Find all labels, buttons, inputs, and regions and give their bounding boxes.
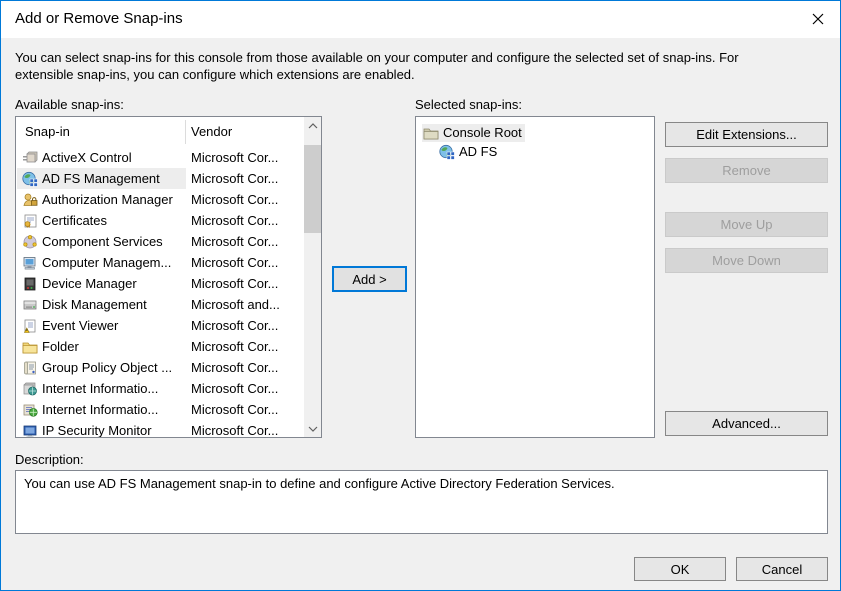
list-item-name: Event Viewer — [42, 318, 119, 333]
available-snapins-label: Available snap-ins: — [15, 97, 124, 112]
tree-item-label: AD FS — [459, 144, 498, 159]
list-item-vendor: Microsoft Cor... — [191, 402, 279, 417]
list-item-vendor: Microsoft Cor... — [191, 192, 279, 207]
list-item-vendor: Microsoft Cor... — [191, 339, 279, 354]
list-item[interactable]: Computer Managem... Microsoft Cor... — [16, 252, 304, 273]
list-item-vendor: Microsoft Cor... — [191, 150, 279, 165]
list-item[interactable]: Group Policy Object ... Microsoft Cor... — [16, 357, 304, 378]
selected-snapins-tree[interactable]: Console Root AD FS — [415, 116, 655, 438]
list-item[interactable]: Component Services Microsoft Cor... — [16, 231, 304, 252]
list-item-vendor: Microsoft Cor... — [191, 423, 279, 437]
scroll-down-button[interactable] — [304, 420, 321, 437]
list-item-name: Component Services — [42, 234, 163, 249]
selected-snapins-label: Selected snap-ins: — [415, 97, 522, 112]
scroll-up-button[interactable] — [304, 117, 321, 134]
tree-rows: Console Root AD FS — [416, 123, 654, 161]
activex-control-icon — [22, 150, 38, 166]
close-button[interactable] — [802, 6, 834, 32]
event-viewer-icon — [22, 318, 38, 334]
list-item-vendor: Microsoft Cor... — [191, 276, 279, 291]
close-icon — [812, 13, 824, 25]
vertical-scrollbar[interactable] — [304, 117, 321, 437]
tree-item[interactable]: AD FS — [416, 142, 654, 161]
cancel-button[interactable]: Cancel — [736, 557, 828, 581]
list-item-vendor: Microsoft Cor... — [191, 360, 279, 375]
titlebar: Add or Remove Snap-ins — [1, 1, 840, 38]
tree-item-label: Console Root — [443, 125, 522, 140]
list-item-name: Group Policy Object ... — [42, 360, 173, 375]
column-header-snapin[interactable]: Snap-in — [25, 124, 70, 139]
iis-globe-icon — [22, 381, 38, 397]
list-item-name: IP Security Monitor — [42, 423, 152, 437]
list-item-vendor: Microsoft Cor... — [191, 381, 279, 396]
list-item-vendor: Microsoft and... — [191, 297, 280, 312]
list-item[interactable]: ActiveX Control Microsoft Cor... — [16, 147, 304, 168]
list-item-name: Disk Management — [42, 297, 147, 312]
remove-button: Remove — [665, 158, 828, 183]
list-item-name: Device Manager — [42, 276, 137, 291]
list-item-name: Internet Informatio... — [42, 381, 159, 396]
folder-icon — [22, 339, 38, 355]
chevron-down-icon — [308, 426, 317, 432]
tree-node[interactable]: Console Root — [422, 123, 525, 142]
computer-management-icon — [22, 255, 38, 271]
component-services-icon — [22, 234, 38, 250]
move-down-button: Move Down — [665, 248, 828, 273]
ok-button[interactable]: OK — [634, 557, 726, 581]
list-item[interactable]: Certificates Microsoft Cor... — [16, 210, 304, 231]
tree-item[interactable]: Console Root — [416, 123, 654, 142]
list-item[interactable]: IP Security Monitor Microsoft Cor... — [16, 420, 304, 437]
description-label: Description: — [15, 452, 84, 467]
list-item-vendor: Microsoft Cor... — [191, 234, 279, 249]
ip-security-icon — [22, 423, 38, 437]
console-root-folder-icon — [423, 125, 439, 141]
list-item-vendor: Microsoft Cor... — [191, 255, 279, 270]
edit-extensions-button[interactable]: Edit Extensions... — [665, 122, 828, 147]
iis-box-icon — [22, 402, 38, 418]
add-button[interactable]: Add > — [332, 266, 407, 292]
scrollbar-thumb[interactable] — [304, 145, 321, 233]
dialog-title: Add or Remove Snap-ins — [15, 10, 183, 27]
device-manager-icon — [22, 276, 38, 292]
list-item-vendor: Microsoft Cor... — [191, 213, 279, 228]
list-item-name: Authorization Manager — [42, 192, 173, 207]
list-item-name: AD FS Management — [42, 171, 160, 186]
list-item-vendor: Microsoft Cor... — [191, 318, 279, 333]
list-header: Snap-in Vendor — [16, 117, 304, 147]
intro-text: You can select snap-ins for this console… — [15, 50, 739, 82]
group-policy-icon — [22, 360, 38, 376]
add-remove-snapins-dialog: Add or Remove Snap-ins You can select sn… — [0, 0, 841, 591]
list-item[interactable]: Internet Informatio... Microsoft Cor... — [16, 399, 304, 420]
list-item-name: ActiveX Control — [42, 150, 132, 165]
advanced-button[interactable]: Advanced... — [665, 411, 828, 436]
description-box: You can use AD FS Management snap-in to … — [15, 470, 828, 534]
list-item[interactable]: Event Viewer Microsoft Cor... — [16, 315, 304, 336]
list-item[interactable]: AD FS Management Microsoft Cor... — [16, 168, 304, 189]
adfs-globe-icon — [439, 144, 455, 160]
column-divider[interactable] — [185, 120, 186, 144]
list-item-name: Folder — [42, 339, 79, 354]
authorization-manager-icon — [22, 192, 38, 208]
tree-node[interactable]: AD FS — [438, 143, 500, 161]
list-item-vendor: Microsoft Cor... — [191, 171, 279, 186]
column-header-vendor[interactable]: Vendor — [191, 124, 232, 139]
certificates-icon — [22, 213, 38, 229]
list-item[interactable]: Internet Informatio... Microsoft Cor... — [16, 378, 304, 399]
list-item-name: Certificates — [42, 213, 108, 228]
chevron-up-icon — [308, 122, 317, 128]
available-snapins-list[interactable]: Snap-in Vendor ActiveX Control Microsoft … — [15, 116, 322, 438]
disk-management-icon — [22, 297, 38, 313]
description-text: You can use AD FS Management snap-in to … — [24, 476, 615, 491]
snapin-rows: ActiveX Control Microsoft Cor... AD FS Man… — [16, 147, 304, 437]
list-item-name: Internet Informatio... — [42, 402, 159, 417]
list-item[interactable]: Folder Microsoft Cor... — [16, 336, 304, 357]
list-item-name: Computer Managem... — [42, 255, 172, 270]
move-up-button: Move Up — [665, 212, 828, 237]
adfs-globe-icon — [22, 171, 38, 187]
list-item[interactable]: Disk Management Microsoft and... — [16, 294, 304, 315]
list-item[interactable]: Authorization Manager Microsoft Cor... — [16, 189, 304, 210]
list-item[interactable]: Device Manager Microsoft Cor... — [16, 273, 304, 294]
